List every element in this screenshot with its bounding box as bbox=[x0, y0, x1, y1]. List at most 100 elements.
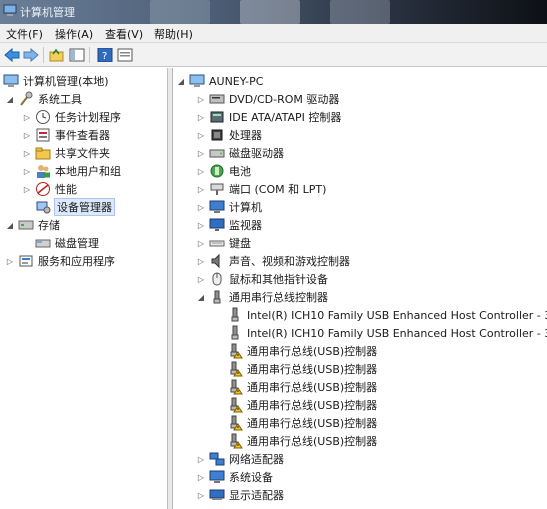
usb-device-icon bbox=[227, 307, 243, 323]
device-label: 通用串行总线控制器 bbox=[229, 291, 328, 304]
tree-item-system-tools[interactable]: ◢ 系统工具 bbox=[5, 90, 82, 108]
device-category-14[interactable]: ▷ 显示适配器 bbox=[196, 486, 284, 504]
collapsed-arrow-icon[interactable]: ▷ bbox=[5, 256, 15, 266]
device-category-10[interactable]: ▷ 鼠标和其他指针设备 bbox=[196, 270, 328, 288]
device-item-11-2[interactable]: 通用串行总线(USB)控制器 bbox=[214, 342, 377, 360]
collapsed-arrow-icon[interactable]: ▷ bbox=[196, 166, 206, 176]
tree-item-task-scheduler[interactable]: ▷ 任务计划程序 bbox=[22, 108, 121, 126]
device-item-11-3[interactable]: 通用串行总线(USB)控制器 bbox=[214, 360, 377, 378]
usb-device-warning-icon bbox=[227, 379, 243, 395]
tree-item-disk-management[interactable]: 磁盘管理 bbox=[22, 234, 99, 252]
menu-view[interactable]: 查看(V) bbox=[103, 26, 145, 42]
collapsed-arrow-icon[interactable]: ▷ bbox=[196, 112, 206, 122]
device-category-1[interactable]: ▷ IDE ATA/ATAPI 控制器 bbox=[196, 108, 341, 126]
device-category-4[interactable]: ▷ 电池 bbox=[196, 162, 251, 180]
svg-text:?: ? bbox=[102, 51, 107, 62]
tree-item-storage[interactable]: ◢ 存储 bbox=[5, 216, 60, 234]
menu-help[interactable]: 帮助(H) bbox=[152, 26, 195, 42]
pane-splitter[interactable] bbox=[168, 68, 173, 509]
collapsed-arrow-icon[interactable]: ▷ bbox=[196, 238, 206, 248]
expanded-arrow-icon[interactable]: ◢ bbox=[5, 94, 15, 104]
expanded-arrow-icon[interactable]: ◢ bbox=[196, 292, 206, 302]
up-folder-icon[interactable] bbox=[48, 46, 66, 63]
device-label: 端口 (COM 和 LPT) bbox=[229, 183, 327, 196]
tree-root-computer-management[interactable]: 计算机管理(本地) bbox=[3, 72, 109, 90]
toolbar: ? bbox=[0, 43, 547, 67]
usb-device-warning-icon bbox=[227, 415, 243, 431]
collapsed-arrow-icon[interactable]: ▷ bbox=[22, 148, 32, 158]
tree-item-label: 服务和应用程序 bbox=[38, 255, 115, 268]
show-hide-tree-icon[interactable] bbox=[68, 46, 86, 63]
collapsed-arrow-icon[interactable]: ▷ bbox=[196, 490, 206, 500]
tree-item-device-manager[interactable]: 设备管理器 bbox=[22, 198, 115, 216]
collapsed-arrow-icon[interactable]: ▷ bbox=[196, 184, 206, 194]
device-label: IDE ATA/ATAPI 控制器 bbox=[229, 111, 342, 124]
device-category-8[interactable]: ▷ 键盘 bbox=[196, 234, 251, 252]
device-item-11-4[interactable]: 通用串行总线(USB)控制器 bbox=[214, 378, 377, 396]
expanded-arrow-icon[interactable]: ◢ bbox=[176, 76, 186, 86]
device-label: 键盘 bbox=[229, 237, 251, 250]
device-label: 处理器 bbox=[229, 129, 262, 142]
collapsed-arrow-icon[interactable]: ▷ bbox=[196, 472, 206, 482]
device-category-9[interactable]: ▷ 声音、视频和游戏控制器 bbox=[196, 252, 350, 270]
device-category-2[interactable]: ▷ 处理器 bbox=[196, 126, 262, 144]
title-bar-decoration bbox=[150, 0, 210, 24]
computer-icon bbox=[209, 199, 225, 215]
navigation-tree: 计算机管理(本地) ◢ 系统工具 ▷ 任务计划程序 ▷ 事件查看器 ▷ 共享文件… bbox=[0, 68, 168, 509]
collapsed-arrow-icon[interactable]: ▷ bbox=[196, 274, 206, 284]
collapsed-arrow-icon[interactable]: ▷ bbox=[196, 220, 206, 230]
device-item-11-1[interactable]: Intel(R) ICH10 Family USB Enhanced Host … bbox=[214, 324, 547, 342]
tree-item-shared-folders[interactable]: ▷ 共享文件夹 bbox=[22, 144, 110, 162]
back-arrow-icon[interactable] bbox=[3, 46, 21, 63]
device-item-11-7[interactable]: 通用串行总线(USB)控制器 bbox=[214, 432, 377, 450]
menu-action[interactable]: 操作(A) bbox=[53, 26, 95, 42]
device-item-11-5[interactable]: 通用串行总线(USB)控制器 bbox=[214, 396, 377, 414]
expanded-arrow-icon[interactable]: ◢ bbox=[5, 220, 15, 230]
device-label: 通用串行总线(USB)控制器 bbox=[247, 399, 378, 412]
device-category-7[interactable]: ▷ 监视器 bbox=[196, 216, 262, 234]
tree-item-event-viewer[interactable]: ▷ 事件查看器 bbox=[22, 126, 110, 144]
device-item-11-0[interactable]: Intel(R) ICH10 Family USB Enhanced Host … bbox=[214, 306, 547, 324]
collapsed-arrow-icon[interactable]: ▷ bbox=[196, 130, 206, 140]
device-label: 计算机 bbox=[229, 201, 262, 214]
disk-management-icon bbox=[35, 235, 51, 251]
device-category-12[interactable]: ▷ 网络适配器 bbox=[196, 450, 284, 468]
device-category-0[interactable]: ▷ DVD/CD-ROM 驱动器 bbox=[196, 90, 339, 108]
menu-file[interactable]: 文件(F) bbox=[4, 26, 45, 42]
collapsed-arrow-icon[interactable]: ▷ bbox=[22, 166, 32, 176]
title-bar: 计算机管理 bbox=[0, 0, 547, 24]
usb-device-icon bbox=[227, 325, 243, 341]
dvd-icon bbox=[209, 91, 225, 107]
device-tree-root[interactable]: ◢ AUNEY-PC bbox=[176, 72, 263, 90]
collapsed-arrow-icon[interactable]: ▷ bbox=[196, 94, 206, 104]
users-icon bbox=[35, 163, 51, 179]
collapsed-arrow-icon[interactable]: ▷ bbox=[22, 184, 32, 194]
device-item-11-6[interactable]: 通用串行总线(USB)控制器 bbox=[214, 414, 377, 432]
collapsed-arrow-icon[interactable]: ▷ bbox=[196, 148, 206, 158]
collapsed-arrow-icon[interactable]: ▷ bbox=[22, 130, 32, 140]
device-category-11[interactable]: ◢ 通用串行总线控制器 bbox=[196, 288, 328, 306]
forward-arrow-icon[interactable] bbox=[22, 46, 40, 63]
device-category-6[interactable]: ▷ 计算机 bbox=[196, 198, 262, 216]
tree-item-label: 事件查看器 bbox=[55, 129, 110, 142]
battery-icon bbox=[209, 163, 225, 179]
tools-icon bbox=[18, 91, 34, 107]
device-category-5[interactable]: ▷ 端口 (COM 和 LPT) bbox=[196, 180, 326, 198]
help-icon[interactable]: ? bbox=[96, 46, 114, 63]
device-category-3[interactable]: ▷ 磁盘驱动器 bbox=[196, 144, 284, 162]
tree-item-performance[interactable]: ▷ 性能 bbox=[22, 180, 77, 198]
tree-item-local-users-groups[interactable]: ▷ 本地用户和组 bbox=[22, 162, 121, 180]
tree-item-label: 任务计划程序 bbox=[55, 111, 121, 124]
tree-item-label: 系统工具 bbox=[38, 93, 82, 106]
collapsed-arrow-icon[interactable]: ▷ bbox=[196, 454, 206, 464]
device-category-13[interactable]: ▷ 系统设备 bbox=[196, 468, 273, 486]
tree-item-services-applications[interactable]: ▷ 服务和应用程序 bbox=[5, 252, 115, 270]
menu-bar: 文件(F) 操作(A) 查看(V) 帮助(H) bbox=[0, 24, 547, 43]
collapsed-arrow-icon[interactable]: ▷ bbox=[196, 256, 206, 266]
collapsed-arrow-icon[interactable]: ▷ bbox=[196, 202, 206, 212]
ide-icon bbox=[209, 109, 225, 125]
collapsed-arrow-icon[interactable]: ▷ bbox=[22, 112, 32, 122]
properties-icon[interactable] bbox=[116, 46, 134, 63]
